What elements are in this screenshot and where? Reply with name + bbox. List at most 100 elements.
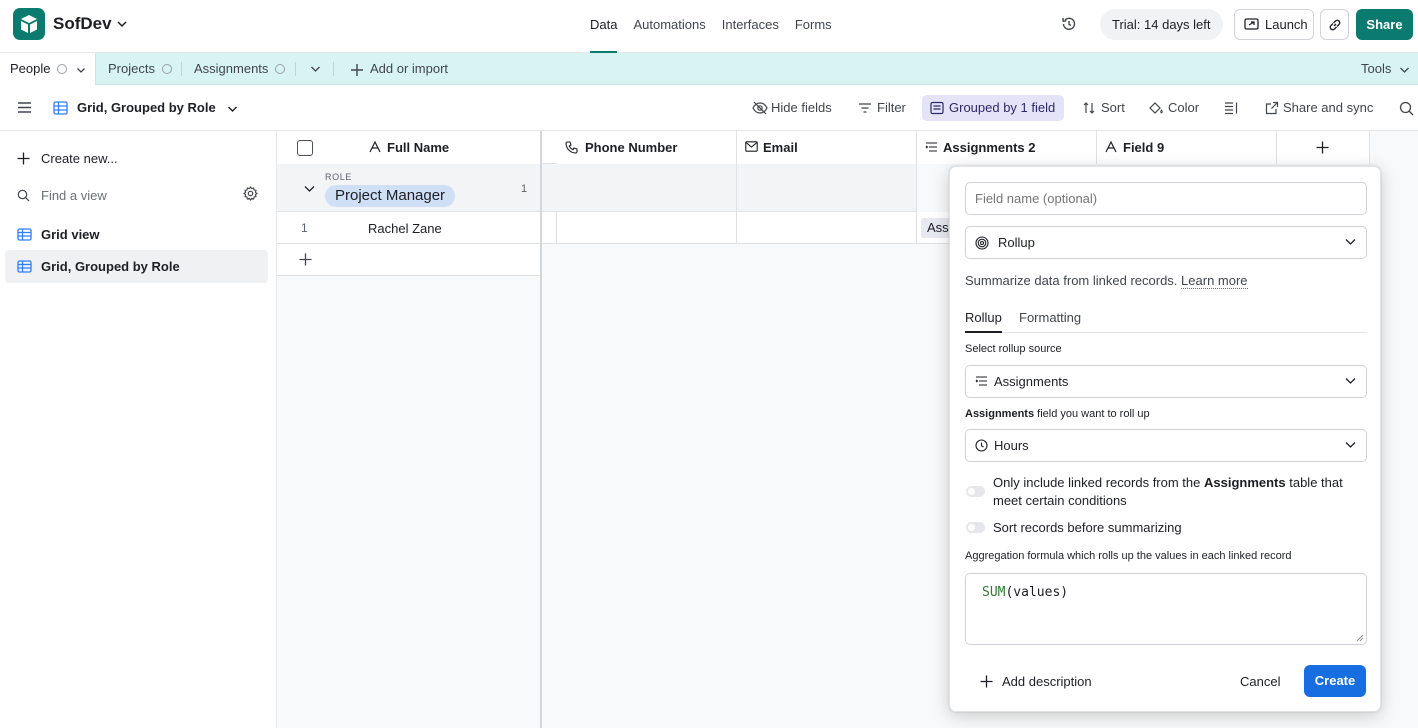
rollup-icon <box>975 236 989 250</box>
table-tab-label: Assignments <box>194 61 269 76</box>
add-description-label: Add description <box>1002 674 1092 689</box>
history-icon[interactable] <box>1060 15 1078 33</box>
rollup-field-select[interactable]: Hours <box>965 429 1367 462</box>
rollup-source-value: Assignments <box>994 374 1069 389</box>
more-tables-chevron-icon[interactable] <box>310 64 321 74</box>
sort-button[interactable]: Sort <box>1082 85 1125 131</box>
linked-record-icon <box>925 141 938 153</box>
table-tab-assignments[interactable]: Assignments <box>194 53 286 85</box>
group-value-pill: Project Manager <box>325 185 456 207</box>
group-button[interactable]: Grouped by 1 field <box>922 95 1064 121</box>
table-row[interactable]: 1 Rachel Zane Assi <box>277 212 958 244</box>
tab-automations[interactable]: Automations <box>633 0 705 53</box>
find-view-placeholder: Find a view <box>41 188 107 203</box>
add-or-import-label: Add or import <box>370 61 449 76</box>
view-name-label: Grid, Grouped by Role <box>77 100 216 115</box>
tab-interfaces[interactable]: Interfaces <box>722 0 779 53</box>
column-header-email[interactable]: Email <box>737 131 917 164</box>
cancel-button[interactable]: Cancel <box>1240 672 1280 692</box>
sidebar-item-grid-view[interactable]: Grid view <box>5 218 268 251</box>
create-button[interactable]: Create <box>1304 665 1366 697</box>
tab-data[interactable]: Data <box>590 0 618 53</box>
rollup-source-label: Select rollup source <box>965 343 1062 355</box>
chevron-down-icon <box>1400 67 1409 73</box>
rollup-source-select[interactable]: Assignments <box>965 365 1367 398</box>
column-label: Phone Number <box>585 140 678 155</box>
gear-icon[interactable] <box>243 186 258 201</box>
table-tab-projects[interactable]: Projects <box>108 53 172 85</box>
tools-label: Tools <box>1361 61 1392 76</box>
select-all-checkbox[interactable] <box>297 140 313 156</box>
filter-button[interactable]: Filter <box>858 85 906 131</box>
column-divider <box>736 212 737 244</box>
table-tab-label: Projects <box>108 61 155 76</box>
table-tab-label: People <box>10 61 51 76</box>
column-label: Full Name <box>387 140 450 155</box>
text-field-icon <box>1105 141 1117 153</box>
sort-records-toggle-label: Sort records before summarizing <box>993 520 1182 535</box>
column-header-full-name[interactable]: Full Name <box>277 131 542 164</box>
column-header-phone-number[interactable]: Phone Number <box>557 131 737 164</box>
color-button[interactable]: Color <box>1148 85 1199 131</box>
full-name-cell[interactable]: Rachel Zane <box>368 221 442 236</box>
column-header-field-9[interactable]: Field 9 <box>1097 131 1277 164</box>
column-divider <box>916 164 917 212</box>
column-divider <box>736 164 737 212</box>
conditions-toggle[interactable] <box>966 486 985 497</box>
plus-icon <box>1316 141 1329 154</box>
tab-forms[interactable]: Forms <box>795 0 832 53</box>
tab-formatting[interactable]: Formatting <box>1019 310 1081 333</box>
app-logo-icon[interactable] <box>13 8 45 40</box>
main-nav: Data Automations Interfaces Forms <box>590 0 832 53</box>
plus-icon <box>299 253 312 266</box>
plus-icon <box>980 675 993 688</box>
tab-rollup[interactable]: Rollup <box>965 310 1002 333</box>
phone-icon <box>565 141 578 154</box>
rollup-field-label-rest: field you want to roll up <box>1034 408 1150 420</box>
share-and-sync-button[interactable]: Share and sync <box>1265 85 1373 131</box>
sort-label: Sort <box>1101 100 1125 115</box>
toggle-text: Only include linked records from the <box>993 475 1204 490</box>
add-description-button[interactable]: Add description <box>980 672 1092 692</box>
app-name[interactable]: SofDev <box>53 14 112 34</box>
field-type-description: Summarize data from linked records. Lear… <box>965 273 1248 289</box>
view-toolbar: Grid, Grouped by Role Hide fields Filter… <box>0 85 1418 131</box>
view-name-button[interactable]: Grid, Grouped by Role <box>53 85 238 131</box>
create-new-view-button[interactable]: Create new... <box>5 142 268 175</box>
add-or-import-button[interactable]: Add or import <box>350 53 448 85</box>
sort-records-toggle[interactable] <box>966 522 985 533</box>
tools-menu[interactable]: Tools <box>1361 53 1410 85</box>
table-tab-people[interactable]: People <box>0 53 96 85</box>
group-header[interactable]: ROLE Project Manager 1 <box>277 164 917 212</box>
linked-record-icon <box>975 375 988 387</box>
learn-more-link[interactable]: Learn more <box>1181 273 1248 289</box>
trial-badge[interactable]: Trial: 14 days left <box>1100 9 1223 40</box>
external-share-icon <box>1265 101 1279 115</box>
resize-handle-icon[interactable] <box>1356 634 1364 642</box>
sidebar-item-grid-grouped-by-role[interactable]: Grid, Grouped by Role <box>5 250 268 283</box>
aggregation-formula-input[interactable]: SUM(values) <box>965 573 1367 645</box>
chevron-down-icon[interactable] <box>76 65 86 75</box>
share-button[interactable]: Share <box>1356 9 1413 40</box>
plus-icon <box>350 63 364 77</box>
frozen-column-divider[interactable] <box>540 131 542 728</box>
add-field-button[interactable] <box>1277 131 1370 164</box>
info-icon <box>275 63 286 74</box>
field-type-select[interactable]: Rollup <box>965 226 1367 259</box>
info-icon <box>57 63 68 74</box>
chevron-down-icon[interactable] <box>116 18 128 30</box>
column-header-assignments-2[interactable]: Assignments 2 <box>917 131 1097 164</box>
column-divider <box>916 212 917 244</box>
add-row-button[interactable] <box>277 244 541 276</box>
chevron-down-icon[interactable] <box>304 185 315 193</box>
column-divider <box>556 212 557 244</box>
popover-tabs: Rollup Formatting <box>965 310 1367 333</box>
table-tabs-bar: People Projects Assignments Add or impor… <box>0 53 1418 85</box>
chevron-down-icon <box>1345 238 1356 246</box>
field-name-input[interactable] <box>965 182 1367 215</box>
launch-button[interactable]: Launch <box>1234 9 1314 40</box>
find-view-input[interactable]: Find a view <box>5 179 268 212</box>
copy-link-button[interactable] <box>1320 9 1349 40</box>
column-label: Field 9 <box>1123 140 1165 155</box>
hide-fields-button[interactable]: Hide fields <box>752 85 832 131</box>
